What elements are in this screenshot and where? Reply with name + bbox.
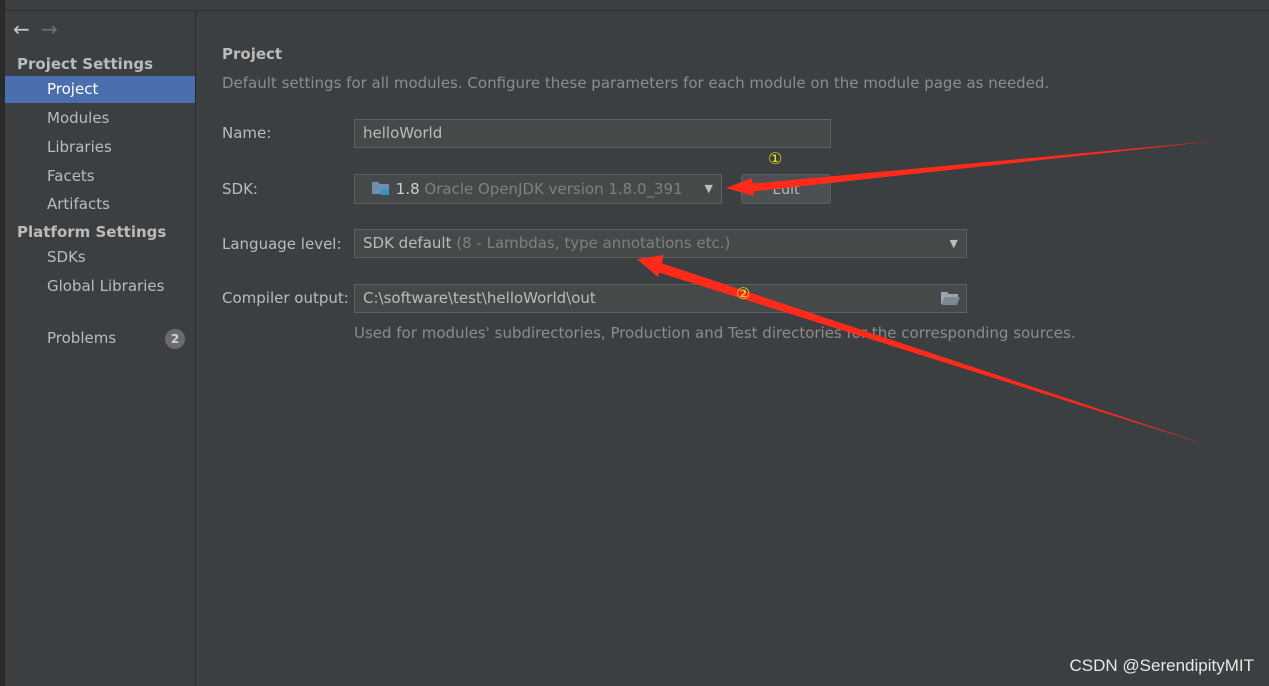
annotation-number-1: ① [768,149,783,168]
annotation-arrowhead-2 [637,255,664,277]
annotation-arrowhead-1 [726,178,754,196]
watermark: CSDN @SerendipityMIT [1069,656,1254,675]
annotation-arrow-1 [748,141,1215,192]
annotation-number-2: ② [736,284,751,303]
annotation-arrows [637,141,1215,446]
